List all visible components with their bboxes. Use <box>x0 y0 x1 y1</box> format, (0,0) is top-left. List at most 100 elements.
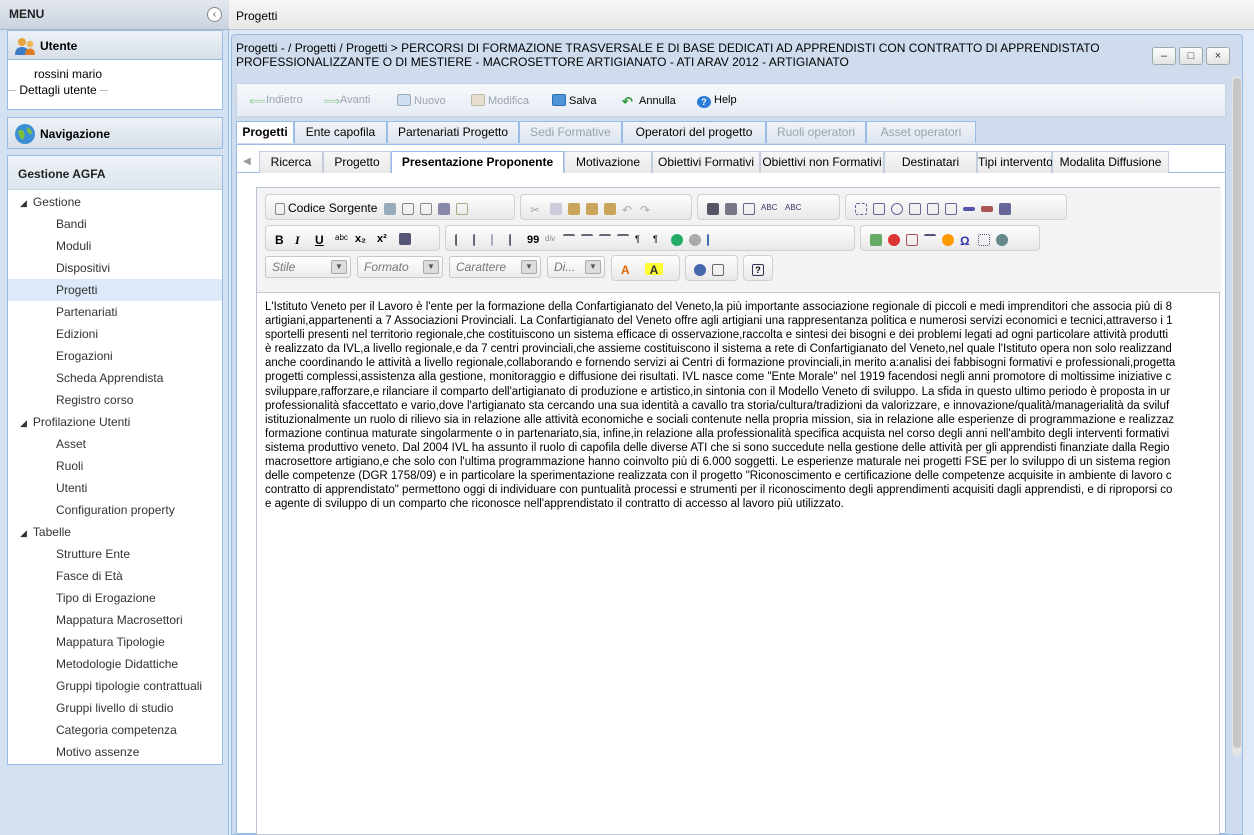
tree-item[interactable]: Fasce di Età <box>8 565 222 587</box>
main-tab[interactable]: Ente capofila <box>294 121 387 143</box>
ltr-icon[interactable]: ¶ <box>635 234 647 246</box>
tree-item[interactable]: Mappatura Tipologie <box>8 631 222 653</box>
edit-button[interactable]: Modifica <box>471 94 529 107</box>
templates-icon[interactable] <box>455 202 468 215</box>
tree-item[interactable]: Moduli <box>8 235 222 257</box>
button-field-icon[interactable] <box>963 206 975 211</box>
tree-item[interactable]: Ruoli <box>8 455 222 477</box>
collapse-sidebar-icon[interactable]: ‹ <box>207 7 222 22</box>
main-tab[interactable]: Asset operatori <box>866 121 976 143</box>
main-tab[interactable]: Operatori del progetto <box>622 121 766 143</box>
tree-group[interactable]: ◢ Gestione <box>8 191 222 213</box>
tree-item[interactable]: Bandi <box>8 213 222 235</box>
radio-icon[interactable] <box>891 202 903 215</box>
main-tab[interactable]: Progetti <box>236 121 294 143</box>
tree-item[interactable]: Scheda Apprendista <box>8 367 222 389</box>
sub-tab[interactable]: Destinatari <box>884 151 977 173</box>
user-details-link[interactable]: Dettagli utente <box>19 83 96 97</box>
minimize-button[interactable]: – <box>1152 47 1176 65</box>
new-button[interactable]: Nuovo <box>397 94 446 107</box>
tree-item[interactable]: Partenariati <box>8 301 222 323</box>
tree-item[interactable]: Categoria competenza <box>8 719 222 741</box>
main-tab[interactable]: Partenariati Progetto <box>387 121 519 143</box>
strike-icon[interactable]: abc <box>335 233 349 245</box>
tree-item[interactable]: Strutture Ente <box>8 543 222 565</box>
editor-text[interactable]: L'Istituto Veneto per il Lavoro è l'ente… <box>265 300 1213 530</box>
horizontal-rule-icon[interactable] <box>924 233 936 246</box>
expand-triangle-icon[interactable]: ◢ <box>20 528 27 538</box>
maximize-editor-icon[interactable] <box>694 263 706 276</box>
justify-icon[interactable] <box>617 233 629 246</box>
forward-button[interactable]: ⟹Avanti <box>323 94 370 108</box>
copy-icon[interactable] <box>550 202 562 215</box>
text-color-icon[interactable]: A <box>621 263 639 277</box>
special-char-icon[interactable]: Ω <box>960 234 972 248</box>
bulleted-list-icon[interactable] <box>473 233 485 246</box>
bg-color-icon[interactable]: A <box>645 262 663 277</box>
style-combo[interactable]: Stile ▼ <box>265 256 351 278</box>
sub-tab[interactable]: Obiettivi non Formativi <box>760 151 884 173</box>
help-button[interactable]: ? Help <box>697 94 737 108</box>
sub-tab[interactable]: Ricerca <box>259 151 323 173</box>
new-page-icon[interactable] <box>401 202 414 215</box>
sub-tab[interactable]: Motivazione <box>564 151 652 173</box>
iframe-icon[interactable] <box>996 233 1008 246</box>
indent-icon[interactable] <box>509 233 521 246</box>
redo-editor-icon[interactable]: ↷ <box>640 203 652 217</box>
tree-item[interactable]: Tipo di Erogazione <box>8 587 222 609</box>
find-icon[interactable] <box>707 202 719 215</box>
tree-item[interactable]: Asset <box>8 433 222 455</box>
print-icon[interactable] <box>437 202 450 215</box>
tree-item[interactable]: Registro corso <box>8 389 222 411</box>
anchor-icon[interactable] <box>707 233 719 246</box>
spellcheck-as-you-type-icon[interactable]: ABC <box>785 203 803 215</box>
main-tab[interactable]: Sedi Formative <box>519 121 622 143</box>
source-icon[interactable] <box>275 202 285 215</box>
align-right-icon[interactable] <box>599 233 611 246</box>
font-combo[interactable]: Carattere ▼ <box>449 256 541 278</box>
align-center-icon[interactable] <box>581 233 593 246</box>
tree-group[interactable]: ◢ Profilazione Utenti <box>8 411 222 433</box>
expand-triangle-icon[interactable]: ◢ <box>20 198 27 208</box>
tree-item[interactable]: Gruppi livello di studio <box>8 697 222 719</box>
save-doc-icon[interactable] <box>383 202 396 215</box>
user-panel-header[interactable]: Utente <box>7 30 223 60</box>
hidden-field-icon[interactable] <box>999 202 1011 215</box>
tree-item[interactable]: Motivo assenze <box>8 741 222 763</box>
remove-format-icon[interactable] <box>399 232 411 245</box>
about-icon[interactable]: ? <box>752 263 764 276</box>
sub-tab[interactable]: Obiettivi Formativi <box>652 151 760 173</box>
tree-item[interactable]: Progetti <box>8 279 222 301</box>
tree-item[interactable]: Metodologie Didattiche <box>8 653 222 675</box>
paste-word-icon[interactable] <box>604 202 616 215</box>
expand-triangle-icon[interactable]: ◢ <box>20 418 27 428</box>
unlink-icon[interactable] <box>689 233 701 246</box>
nav-panel-header[interactable]: Navigazione <box>7 117 223 149</box>
cut-icon[interactable]: ✂ <box>530 203 544 217</box>
align-left-icon[interactable] <box>563 233 575 246</box>
link-icon[interactable] <box>671 233 683 246</box>
paste-text-icon[interactable] <box>586 202 598 215</box>
div-icon[interactable]: div <box>545 234 557 246</box>
undo-editor-icon[interactable]: ↶ <box>622 203 634 217</box>
tree-item[interactable]: Erogazioni <box>8 345 222 367</box>
format-combo[interactable]: Formato ▼ <box>357 256 443 278</box>
subscript-icon[interactable]: x₂ <box>355 233 371 245</box>
tree-item[interactable]: Gruppi tipologie contrattuali <box>8 675 222 697</box>
blockquote-icon[interactable]: 99 <box>527 234 539 246</box>
spellcheck-icon[interactable]: ABC <box>761 203 779 215</box>
close-button[interactable]: × <box>1206 47 1230 65</box>
flash-icon[interactable] <box>888 233 900 246</box>
sub-tab[interactable]: Progetto <box>323 151 391 173</box>
table-icon[interactable] <box>906 233 918 246</box>
rtl-icon[interactable]: ¶ <box>653 234 665 246</box>
image-button-icon[interactable] <box>981 205 993 212</box>
paste-icon[interactable] <box>568 202 580 215</box>
select-all-icon[interactable] <box>743 202 755 215</box>
tree-item[interactable]: Mappatura Macrosettori <box>8 609 222 631</box>
main-tab[interactable]: Ruoli operatori <box>766 121 866 143</box>
save-button[interactable]: Salva <box>552 94 597 107</box>
size-combo[interactable]: Di... ▼ <box>547 256 605 278</box>
preview-icon[interactable] <box>419 202 432 215</box>
textarea-icon[interactable] <box>927 202 939 215</box>
